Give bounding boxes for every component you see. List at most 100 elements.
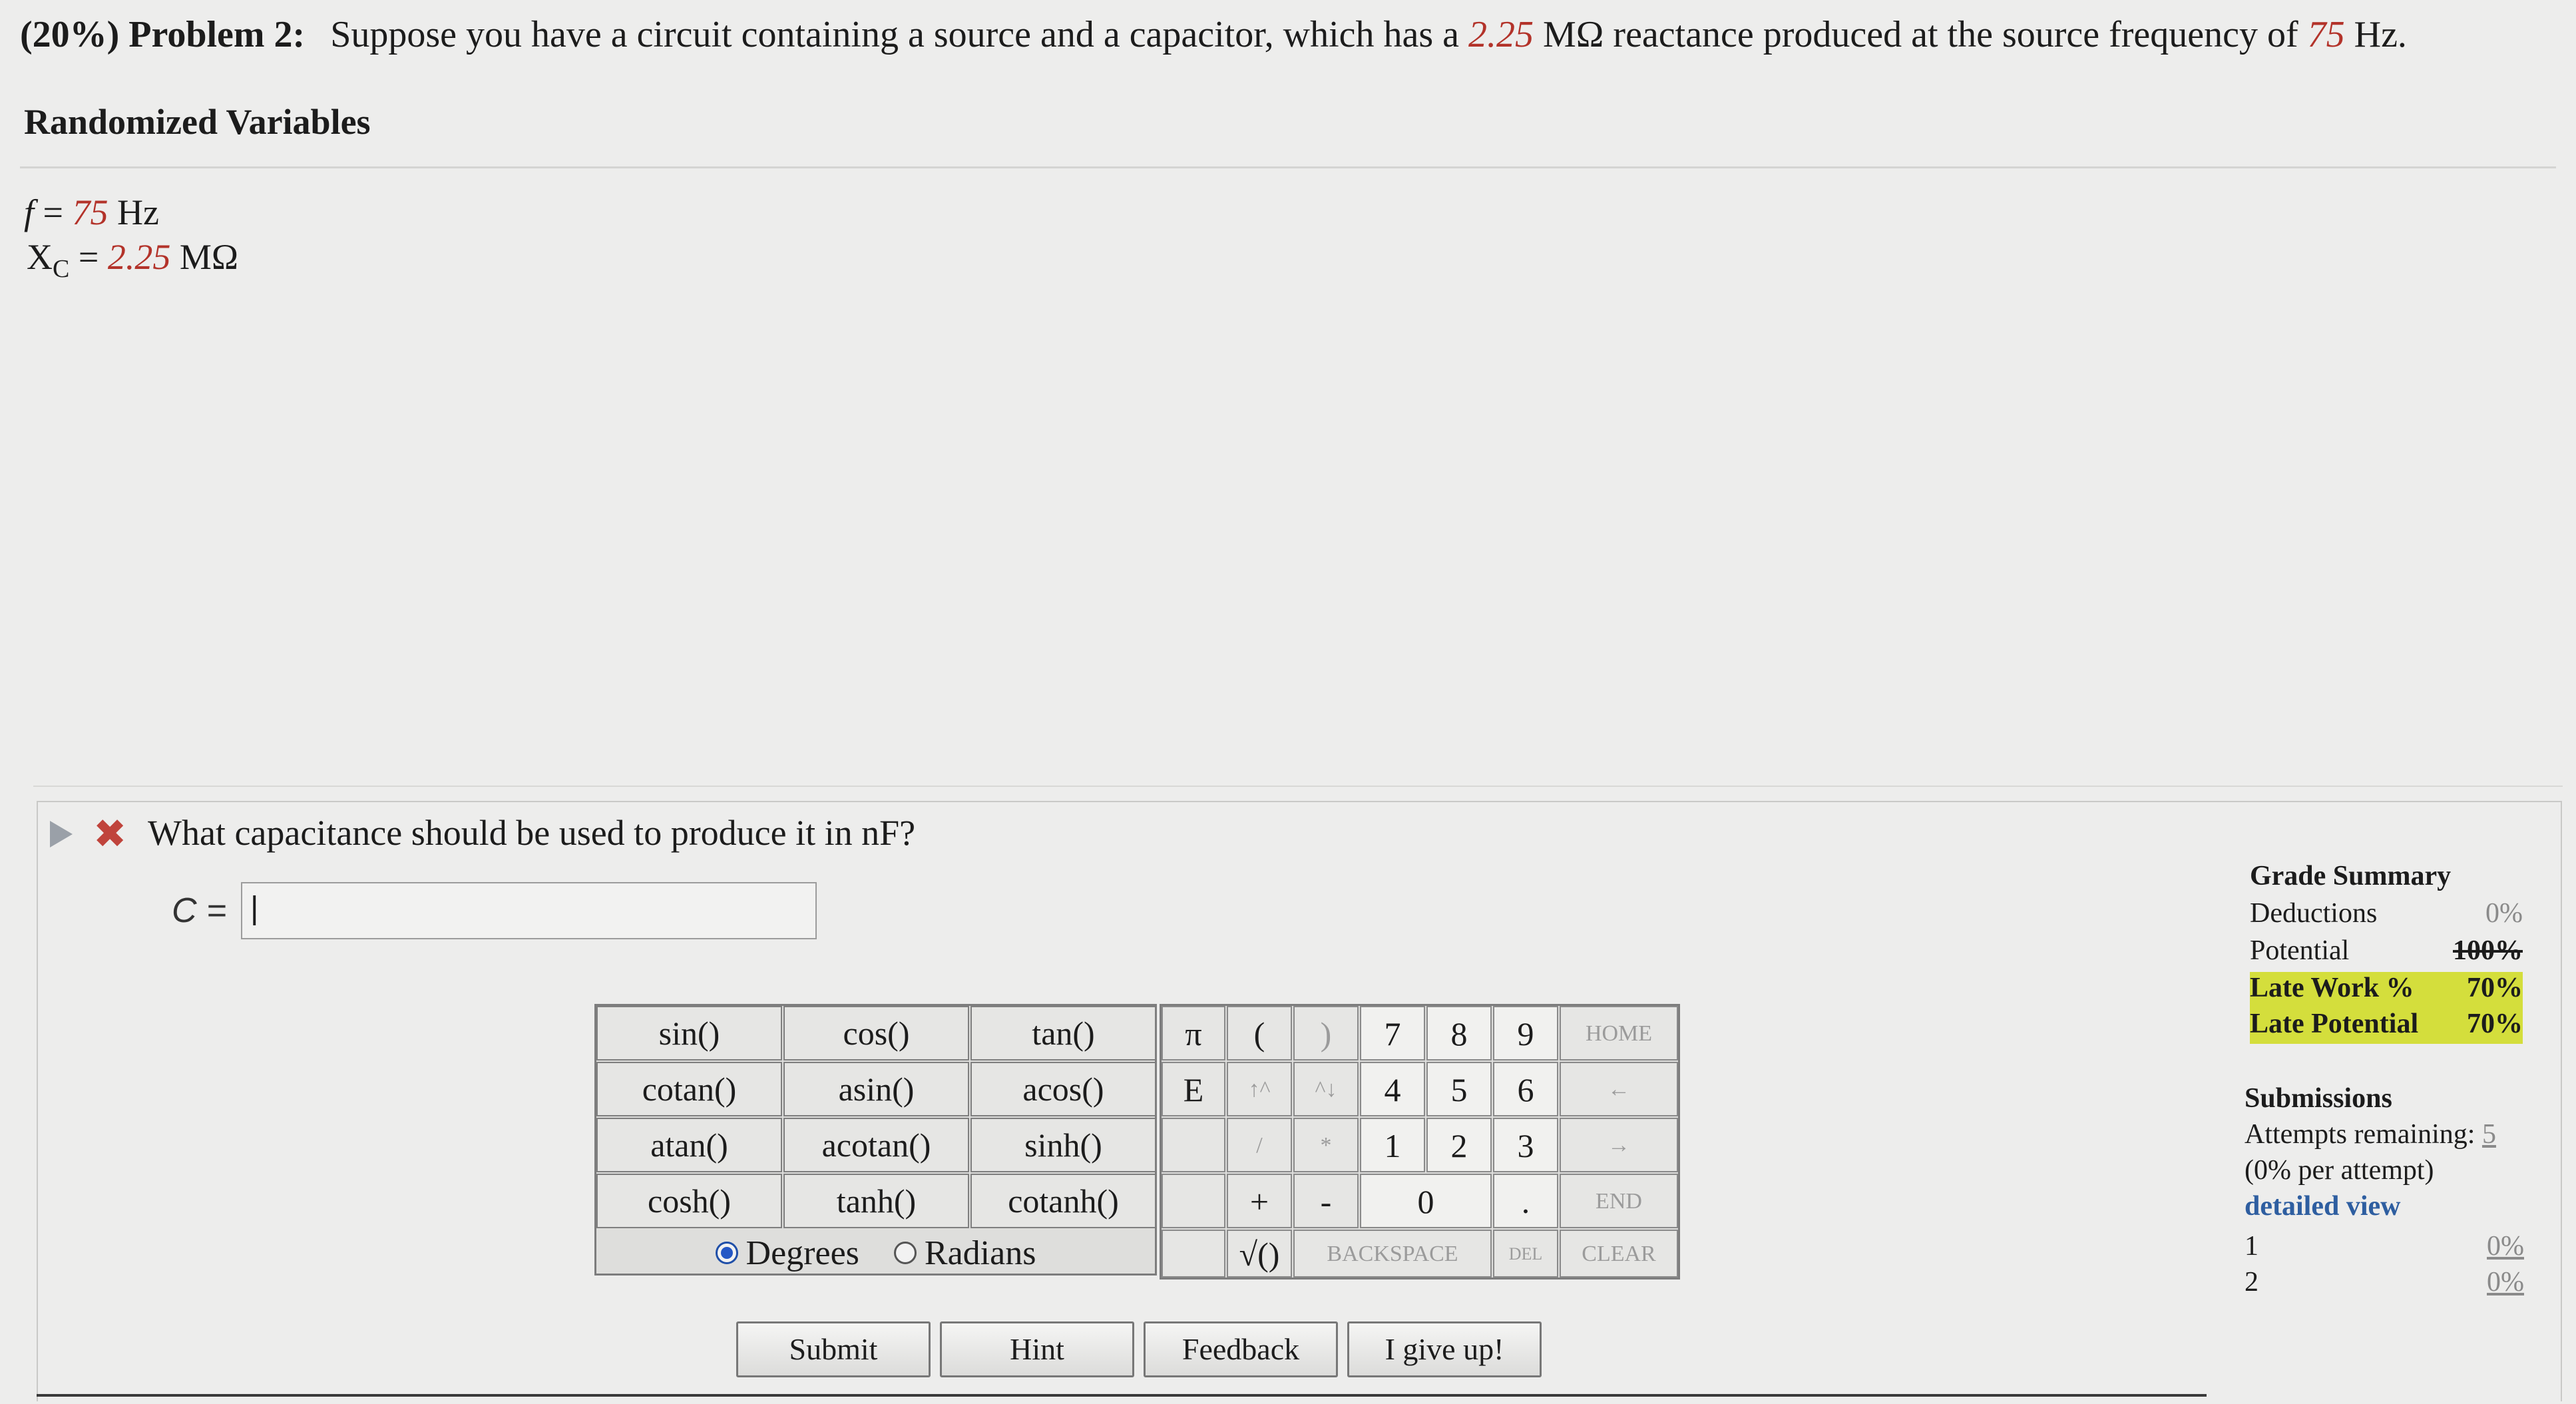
key-pi[interactable]: π (1162, 1006, 1225, 1060)
expand-arrow-icon[interactable] (50, 821, 73, 847)
potential-label: Potential (2250, 935, 2350, 966)
key-3[interactable]: 3 (1493, 1118, 1558, 1172)
detailed-view-link[interactable]: detailed view (2245, 1191, 2400, 1222)
degrees-radio[interactable] (715, 1242, 738, 1264)
f-equals: = (43, 192, 63, 232)
xc-symbol: X (27, 237, 53, 277)
hint-button[interactable]: Hint (940, 1321, 1134, 1377)
key-right-arrow[interactable]: → (1560, 1118, 1678, 1172)
attempts-label: Attempts remaining: (2245, 1119, 2475, 1150)
fn-cos-button[interactable]: cos() (783, 1006, 969, 1060)
angle-mode-selector: Degrees Radians (596, 1230, 1155, 1276)
fn-sinh-button[interactable]: sinh() (970, 1118, 1156, 1172)
submissions-panel: Submissions Attempts remaining: 5 (0% pe… (2245, 1082, 2524, 1302)
xc-value: 2.25 (107, 237, 171, 277)
problem-text-1: Suppose you have a circuit containing a … (330, 14, 1460, 55)
key-7[interactable]: 7 (1360, 1006, 1425, 1060)
key-down[interactable]: ^↓ (1293, 1062, 1359, 1116)
key-6[interactable]: 6 (1493, 1062, 1558, 1116)
key-plus[interactable]: + (1227, 1174, 1292, 1228)
key-4[interactable]: 4 (1360, 1062, 1425, 1116)
submissions-title: Submissions (2245, 1083, 2392, 1114)
key-del[interactable]: DEL (1493, 1230, 1558, 1278)
fn-acos-button[interactable]: acos() (970, 1062, 1156, 1116)
give-up-button[interactable]: I give up! (1347, 1321, 1542, 1377)
key-e[interactable]: E (1162, 1062, 1225, 1116)
late-potential-value: 70% (2467, 1009, 2523, 1039)
key-9[interactable]: 9 (1493, 1006, 1558, 1060)
number-keypad: π ( ) 7 8 9 HOME E ↑^ ^↓ 4 5 6 ← / * 1 2… (1160, 1004, 1680, 1280)
potential-value: 100% (2453, 935, 2523, 966)
key-clear[interactable]: CLEAR (1560, 1230, 1678, 1278)
key-2[interactable]: 2 (1426, 1118, 1492, 1172)
key-rparen[interactable]: ) (1293, 1006, 1359, 1060)
key-left-arrow[interactable]: ← (1560, 1062, 1678, 1116)
divider (20, 166, 2556, 168)
key-backspace[interactable]: BACKSPACE (1293, 1230, 1492, 1278)
problem-title: Problem 2: (128, 14, 306, 55)
fn-sin-button[interactable]: sin() (596, 1006, 782, 1060)
late-work-label: Late Work % (2250, 973, 2414, 1003)
degrees-label[interactable]: Degrees (746, 1234, 859, 1273)
submission-row-value: 0% (2487, 1267, 2524, 1297)
key-end[interactable]: END (1560, 1174, 1678, 1228)
f-unit: Hz (116, 192, 159, 232)
problem-text-2: MΩ reactance produced at the source freq… (1543, 14, 2298, 55)
key-blank (1162, 1230, 1225, 1278)
deductions-value: 0% (2485, 898, 2523, 929)
variable-xc: XC = 2.25 MΩ (27, 236, 238, 284)
problem-percent: (20%) (20, 14, 120, 55)
fn-tanh-button[interactable]: tanh() (783, 1174, 969, 1228)
divider (37, 1394, 2207, 1397)
fn-cosh-button[interactable]: cosh() (596, 1174, 782, 1228)
randomized-variables-title: Randomized Variables (24, 102, 371, 142)
key-lparen[interactable]: ( (1227, 1006, 1292, 1060)
key-0[interactable]: 0 (1360, 1174, 1492, 1228)
question-text: What capacitance should be used to produ… (148, 813, 916, 853)
incorrect-x-icon: ✖ (93, 811, 127, 857)
key-sqrt[interactable]: √() (1227, 1230, 1292, 1278)
key-multiply[interactable]: * (1293, 1118, 1359, 1172)
late-potential-label: Late Potential (2250, 1009, 2419, 1039)
submit-button[interactable]: Submit (736, 1321, 931, 1377)
problem-text-3: Hz. (2354, 14, 2407, 55)
key-minus[interactable]: - (1293, 1174, 1359, 1228)
key-home[interactable]: HOME (1560, 1006, 1678, 1060)
xc-equals: = (78, 237, 99, 277)
fn-acotan-button[interactable]: acotan() (783, 1118, 969, 1172)
late-work-value: 70% (2467, 973, 2523, 1003)
key-blank (1162, 1174, 1225, 1228)
key-5[interactable]: 5 (1426, 1062, 1492, 1116)
grade-summary: Grade Summary Deductions 0% Potential 100%… (2250, 860, 2523, 1044)
problem-header: (20%) Problem 2: Suppose you have a circ… (20, 13, 2407, 56)
radians-label[interactable]: Radians (925, 1234, 1036, 1273)
fn-cotanh-button[interactable]: cotanh() (970, 1174, 1156, 1228)
variable-f: f = 75 Hz (24, 192, 159, 233)
attempts-value: 5 (2481, 1119, 2496, 1150)
problem-xc-value: 2.25 (1468, 14, 1534, 55)
fn-asin-button[interactable]: asin() (783, 1062, 969, 1116)
xc-unit: MΩ (179, 237, 238, 277)
f-symbol: f (24, 192, 35, 232)
key-dot[interactable]: . (1493, 1174, 1558, 1228)
function-keypad: sin() cos() tan() cotan() asin() acos() … (594, 1004, 1157, 1276)
key-up[interactable]: ↑^ (1227, 1062, 1292, 1116)
deductions-label: Deductions (2250, 898, 2378, 929)
grade-summary-title: Grade Summary (2250, 861, 2452, 891)
radians-radio[interactable] (893, 1242, 917, 1264)
submission-row-number: 1 (2245, 1231, 2258, 1262)
fn-atan-button[interactable]: atan() (596, 1118, 782, 1172)
answer-input[interactable]: | (241, 882, 817, 939)
key-blank (1162, 1118, 1225, 1172)
feedback-button[interactable]: Feedback (1144, 1321, 1338, 1377)
divider (33, 786, 2563, 787)
submission-row-value: 0% (2487, 1231, 2524, 1262)
fn-cotan-button[interactable]: cotan() (596, 1062, 782, 1116)
per-attempt-text: (0% per attempt) (2245, 1155, 2434, 1186)
answer-label: C = (172, 891, 227, 930)
key-8[interactable]: 8 (1426, 1006, 1492, 1060)
fn-tan-button[interactable]: tan() (970, 1006, 1156, 1060)
key-divide[interactable]: / (1227, 1118, 1292, 1172)
problem-f-value: 75 (2307, 14, 2345, 55)
key-1[interactable]: 1 (1360, 1118, 1425, 1172)
